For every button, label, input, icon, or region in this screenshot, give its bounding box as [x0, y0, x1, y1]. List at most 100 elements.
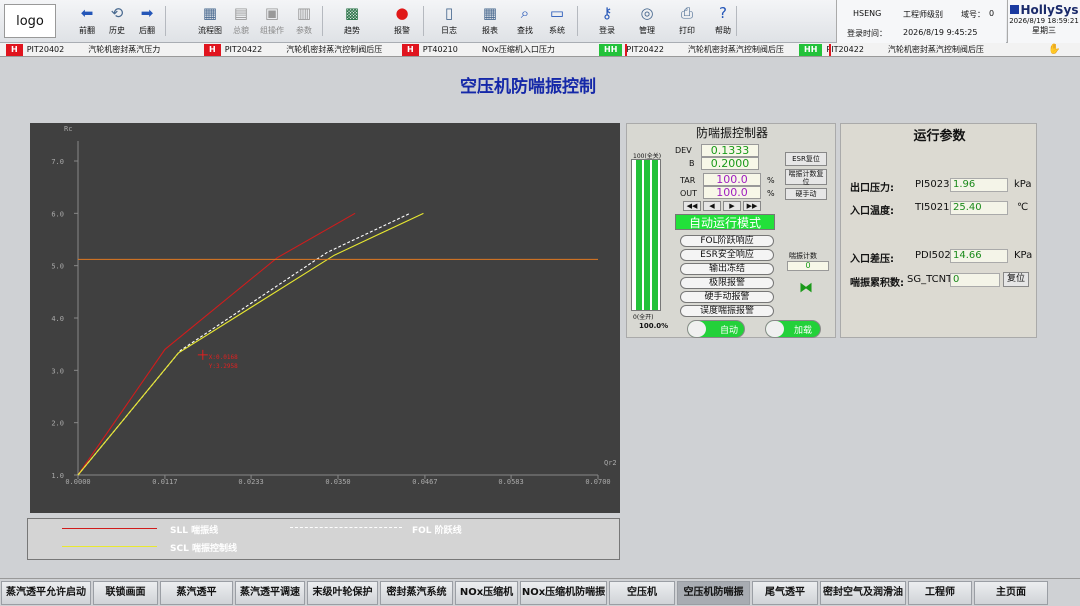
toolbar-button-9[interactable]: ▯ 日志 [432, 3, 466, 41]
alarm-level: H [204, 44, 221, 56]
log-icon: ▯ [444, 4, 454, 22]
toolbar-button-label: 前翻 [79, 26, 95, 35]
toolbar-button-2[interactable]: ➡ 后翻 [130, 3, 164, 41]
toolbar-separator [322, 6, 323, 36]
alarm-mute-icon[interactable]: ✋ [1048, 44, 1060, 55]
out-value[interactable]: 100.0 [703, 186, 761, 199]
x-tick-label: 0.0700 [585, 478, 610, 486]
toolbar-button-15[interactable]: ⎙ 打印 [670, 3, 704, 41]
antisurge-controller: 防喘振控制器 100(全关) 0(全开) 100.0% DEV 0.1333 B… [626, 123, 836, 338]
toolbar-button-label: 总貌 [233, 26, 249, 35]
toolbar-button-label: 帮助 [715, 26, 731, 35]
toolbar-button-6[interactable]: ▥ 参数 [287, 3, 321, 41]
nav-button-10[interactable]: 尾气透平 [752, 581, 818, 605]
step-button-1[interactable]: ◀ [703, 201, 721, 211]
step-button-2[interactable]: ▶ [723, 201, 741, 211]
toolbar-button-0[interactable]: ⬅ 前翻 [70, 3, 104, 41]
nav-button-11[interactable]: 密封空气及润滑油 [820, 581, 906, 605]
out-unit: % [767, 189, 775, 198]
toolbar-button-label: 登录 [599, 26, 615, 35]
valve-icon: ⧓ [799, 280, 813, 296]
weekday: 星期三 [1032, 26, 1056, 35]
alarm-item[interactable]: HH PIT20422 汽轮机密封蒸汽控制阀后压 [599, 44, 794, 56]
mode-indicator: 自动运行模式 [675, 214, 775, 230]
param-value: 14.66 [950, 249, 1008, 263]
nav-button-7[interactable]: NOx压缩机防喘振 [520, 581, 607, 605]
surge-total-reset-button[interactable]: 复位 [1003, 272, 1029, 287]
out-label: OUT [680, 189, 698, 198]
alarm-tag: PT40210 [422, 45, 458, 54]
alarm-item[interactable]: H PIT20402 汽轮机密封蒸汽压力 [6, 44, 201, 56]
x-tick-label: 0.0117 [152, 478, 177, 486]
toolbar-button-13[interactable]: ⚷ 登录 [590, 3, 624, 41]
nav-button-6[interactable]: NOx压缩机 [455, 581, 518, 605]
surge-count-reset-button[interactable]: 喘振计数复位 [785, 169, 827, 186]
toolbar-button-5[interactable]: ▣ 组操作 [255, 3, 289, 41]
alarm-item[interactable]: H PIT20422 汽轮机密封蒸汽控制阀后压 [204, 44, 399, 56]
esr-reset-button[interactable]: ESR复位 [785, 152, 827, 166]
printer-icon: ⎙ [680, 4, 693, 22]
alarm-item[interactable]: HH PIT20422 汽轮机密封蒸汽控制阀后压 [799, 44, 994, 56]
param-tag: SG_TCNT [907, 274, 953, 285]
nav-button-13[interactable]: 主页面 [974, 581, 1048, 605]
legend-scl: SCL 喘振控制线 [170, 544, 237, 554]
load-toggle[interactable]: 加载 [765, 320, 821, 338]
login-label: 登录时间： [847, 29, 887, 38]
toolbar-button-10[interactable]: ▦ 报表 [473, 3, 507, 41]
toolbar-button-12[interactable]: ▭ 系统 [540, 3, 574, 41]
param-label: 出口压力: [850, 183, 894, 194]
valve-bar-fill-1 [636, 160, 642, 310]
toolbar-button-label: 流程图 [198, 26, 222, 35]
toolbar-button-8[interactable]: ● 报警 [385, 3, 419, 41]
nav-button-1[interactable]: 联锁画面 [93, 581, 158, 605]
toolbar-button-16[interactable]: ? 帮助 [706, 3, 740, 41]
nav-button-3[interactable]: 蒸汽透平调速 [235, 581, 305, 605]
surge-count-label: 喘振计数 [789, 252, 817, 260]
toolbar-button-4[interactable]: ▤ 总貌 [224, 3, 258, 41]
toolbar-button-1[interactable]: ⟲ 历史 [100, 3, 134, 41]
toolbar-button-14[interactable]: ◎ 管理 [630, 3, 664, 41]
nav-button-4[interactable]: 末级叶轮保护 [307, 581, 378, 605]
param-value: 0 [950, 273, 1000, 287]
toolbar-button-7[interactable]: ▩ 趋势 [335, 3, 369, 41]
alarm-bar: H PIT20402 汽轮机密封蒸汽压力 H PIT20422 汽轮机密封蒸汽控制阀后压 H… [0, 43, 1080, 57]
nav-button-0[interactable]: 蒸汽透平允许启动 [1, 581, 91, 605]
toolbar-button-label: 报表 [482, 26, 498, 35]
nav-button-5[interactable]: 密封蒸汽系统 [380, 581, 453, 605]
surge-chart: 1.0 2.0 3.0 4.0 5.0 6.0 7.0 0.0000 0.0117 0.0233 0… [30, 123, 620, 513]
legend-fol: FOL 阶跃线 [412, 526, 462, 536]
toolbar-button-11[interactable]: ⌕ 查找 [508, 3, 542, 41]
page-title: 空压机防喘振控制 [460, 77, 596, 97]
nav-button-8[interactable]: 空压机 [609, 581, 675, 605]
toolbar-button-label: 系统 [549, 26, 565, 35]
manage-icon: ◎ [640, 4, 654, 22]
toolbar-button-label: 管理 [639, 26, 655, 35]
tar-value[interactable]: 100.0 [703, 173, 761, 186]
domain-no: 0 [989, 9, 995, 18]
step-button-3[interactable]: ▶▶ [743, 201, 761, 211]
alarm-marker [829, 44, 831, 56]
toolbar-button-3[interactable]: ▦ 流程图 [193, 3, 227, 41]
alarm-marker [625, 44, 627, 56]
step-button-0[interactable]: ◀◀ [683, 201, 701, 211]
toolbar-separator [577, 6, 578, 36]
login-time: 2026/8/19 9:45:25 [903, 28, 978, 37]
nav-button-2[interactable]: 蒸汽透平 [160, 581, 233, 605]
alarm-item[interactable]: H PT40210 NOx压缩机入口压力 [402, 44, 597, 56]
y-tick-label: 5.0 [51, 263, 64, 271]
auto-toggle[interactable]: 自动 [687, 320, 745, 338]
alarm-desc: 汽轮机密封蒸汽控制阀后压 [286, 45, 383, 54]
legend-scl-swatch [62, 546, 157, 547]
dev-value: 0.1333 [701, 144, 759, 157]
param-label: 喘振累积数: [850, 278, 904, 289]
logo: logo [4, 4, 56, 38]
group-op-icon: ▣ [264, 4, 280, 22]
operating-point-label: X:0.0168 [209, 354, 238, 361]
x-tick-label: 0.0350 [325, 478, 350, 486]
hard-manual-button[interactable]: 硬手动 [785, 188, 827, 200]
dev-label: DEV [675, 146, 692, 155]
user-name: HSENG [853, 9, 882, 18]
nav-button-12[interactable]: 工程师 [908, 581, 972, 605]
nav-button-9[interactable]: 空压机防喘振 [677, 581, 750, 605]
auto-toggle-label: 自动 [720, 326, 739, 336]
